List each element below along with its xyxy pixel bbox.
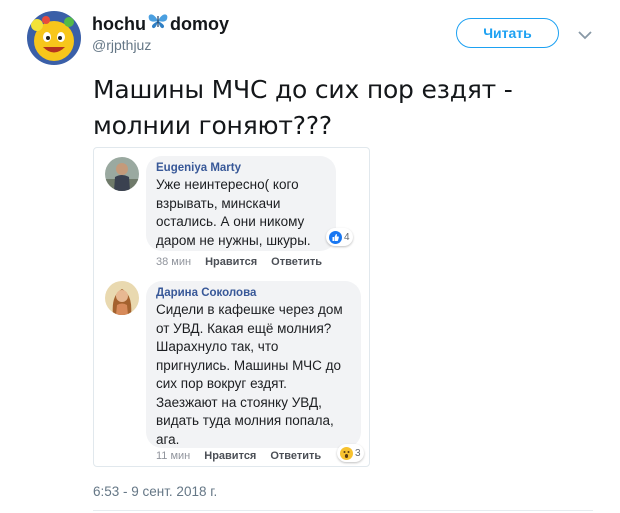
butterfly-icon xyxy=(147,12,169,35)
tweet-text: Машины МЧС до сих пор ездят - молнии гон… xyxy=(93,72,593,144)
comment-text-line: пригнулись. Машины МЧС до xyxy=(156,357,342,373)
like-reaction-icon xyxy=(329,230,342,244)
like-link[interactable]: Нравится xyxy=(204,450,256,462)
like-link[interactable]: Нравится xyxy=(205,256,257,268)
comment-text-line: остались. А они никому xyxy=(156,214,305,229)
reaction-count: 3 xyxy=(355,447,361,459)
comment-text-line: ага. xyxy=(156,431,180,447)
comment-text-line: Уже неинтересно( кого xyxy=(156,177,299,192)
author-block: hochu domoy @rjpthjuz xyxy=(92,12,229,54)
comment-text-line: видать туда молния попала, xyxy=(156,413,334,428)
reply-link[interactable]: Ответить xyxy=(270,450,321,462)
reaction-counter[interactable]: 3 xyxy=(337,444,364,462)
user-handle[interactable]: @rjpthjuz xyxy=(92,37,229,53)
comment-author[interactable]: Дарина Соколова xyxy=(156,287,351,299)
tweet-text-line: Машины МЧС до сих пор ездят - xyxy=(93,75,513,104)
tweet-timestamp[interactable]: 6:53 - 9 сент. 2018 г. xyxy=(93,484,217,499)
display-name[interactable]: hochu domoy xyxy=(92,12,229,35)
comment-author[interactable]: Eugeniya Marty xyxy=(156,162,326,174)
comment-meta: 38 мин Нравится Ответить xyxy=(156,256,322,268)
comment-text-line: даром не нужны, шкуры. xyxy=(156,232,311,248)
attached-image[interactable]: Eugeniya Marty Уже неинтересно( кого взр… xyxy=(93,147,370,467)
comment-avatar xyxy=(105,157,139,191)
display-name-part2: domoy xyxy=(170,13,230,34)
wow-reaction-icon xyxy=(340,446,353,460)
comment-text-line: Шарахнуло так, что xyxy=(156,339,279,354)
display-name-part1: hochu xyxy=(92,13,146,34)
reaction-count: 4 xyxy=(344,231,350,243)
comment-meta: 11 мин Нравится Ответить xyxy=(156,450,321,462)
author-avatar[interactable] xyxy=(27,11,81,65)
divider xyxy=(93,510,593,511)
chevron-down-icon[interactable] xyxy=(578,27,592,45)
comment-avatar xyxy=(105,281,139,315)
comment-text-line: сих пор вокруг ездят. xyxy=(156,376,287,391)
comment-text-line: от УВД. Какая ещё молния? xyxy=(156,320,332,336)
reply-link[interactable]: Ответить xyxy=(271,256,322,268)
comment-time[interactable]: 38 мин xyxy=(156,256,191,268)
comment-text-line: Сидели в кафешке через дом xyxy=(156,302,343,317)
comment-text-line: Заезжают на стоянку УВД, xyxy=(156,394,322,410)
comment-text-line: взрывать, минскачи xyxy=(156,195,281,211)
comment-bubble: Eugeniya Marty Уже неинтересно( кого взр… xyxy=(146,156,336,251)
emoji-avatar-icon xyxy=(27,11,81,65)
comment-time[interactable]: 11 мин xyxy=(156,450,190,462)
comment-bubble: Дарина Соколова Сидели в кафешке через д… xyxy=(146,281,361,448)
follow-button[interactable]: Читать xyxy=(456,18,559,48)
tweet-text-line: молнии гоняют??? xyxy=(93,111,332,140)
reaction-counter[interactable]: 4 xyxy=(326,228,353,246)
